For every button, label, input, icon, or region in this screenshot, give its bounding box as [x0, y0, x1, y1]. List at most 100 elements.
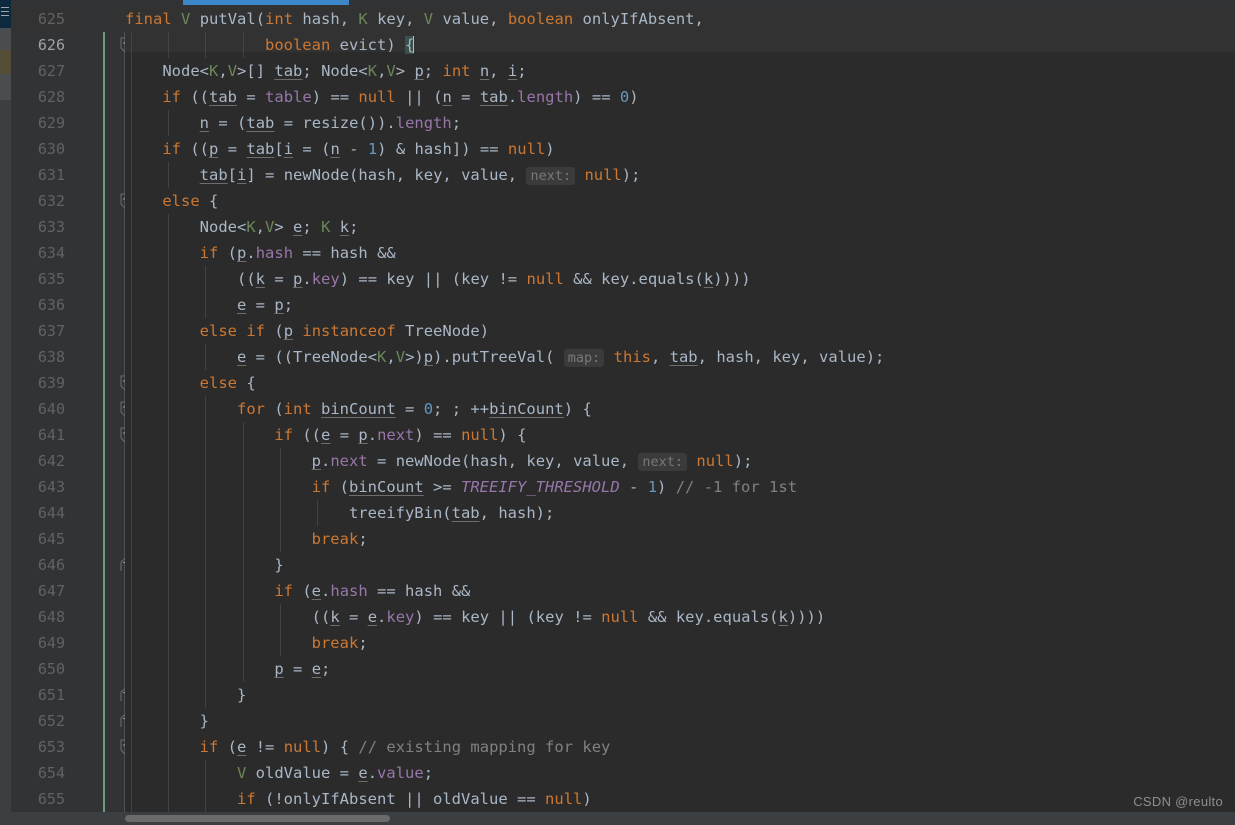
code-line[interactable]: ((k = e.key) == key || (key != null && k… — [125, 604, 1235, 630]
editor-gutter[interactable]: 625 626 627 628 629 630 631 632 633 634 635 636 637 6… — [11, 6, 130, 812]
line-number[interactable]: 627 — [11, 58, 73, 84]
code-line[interactable]: else { — [125, 370, 1235, 396]
line-number[interactable]: 633 — [11, 214, 73, 240]
code-line[interactable]: Node<K,V> e; K k; — [125, 214, 1235, 240]
line-number[interactable]: 643 — [11, 474, 73, 500]
indent-guide — [131, 786, 132, 812]
indent-guide — [168, 292, 170, 318]
line-number[interactable]: 647 — [11, 578, 73, 604]
code-line[interactable]: p.next = newNode(hash, key, value, next:… — [125, 448, 1235, 474]
line-number[interactable]: 629 — [11, 110, 73, 136]
code-line[interactable]: if (!onlyIfAbsent || oldValue == null) — [125, 786, 1235, 812]
watermark: CSDN @reulto — [1133, 794, 1223, 809]
code-line[interactable]: if ((e = p.next) == null) { — [125, 422, 1235, 448]
line-number[interactable]: 649 — [11, 630, 73, 656]
indent-guide — [168, 110, 170, 136]
line-number[interactable]: 640 — [11, 396, 73, 422]
code-line[interactable]: if (e != null) { // existing mapping for… — [125, 734, 1235, 760]
code-content[interactable]: final V putVal(int hash, K key, V value,… — [125, 6, 1235, 812]
code-line[interactable]: if ((tab = table) == null || (n = tab.le… — [125, 84, 1235, 110]
line-number[interactable]: 626 — [11, 32, 73, 58]
line-number[interactable]: 630 — [11, 136, 73, 162]
code-line[interactable]: Node<K,V>[] tab; Node<K,V> p; int n, i; — [125, 58, 1235, 84]
line-number[interactable]: 655 — [11, 786, 73, 812]
code-line[interactable]: e = ((TreeNode<K,V>)p).putTreeVal( map: … — [125, 344, 1235, 370]
code-line[interactable]: treeifyBin(tab, hash); — [125, 500, 1235, 526]
line-number[interactable]: 641 — [11, 422, 73, 448]
code-line[interactable]: if (binCount >= TREEIFY_THRESHOLD - 1) /… — [125, 474, 1235, 500]
line-number[interactable]: 625 — [11, 6, 73, 32]
indent-guide — [279, 500, 281, 526]
line-number[interactable]: 628 — [11, 84, 73, 110]
code-line[interactable]: for (int binCount = 0; ; ++binCount) { — [125, 396, 1235, 422]
line-number[interactable]: 631 — [11, 162, 73, 188]
indent-guide — [168, 266, 170, 292]
code-line[interactable]: V oldValue = e.value; — [125, 760, 1235, 786]
line-number[interactable]: 635 — [11, 266, 73, 292]
indent-guide — [242, 552, 244, 578]
code-line[interactable]: p = e; — [125, 656, 1235, 682]
code-line[interactable]: e = p; — [125, 292, 1235, 318]
code-line[interactable]: break; — [125, 630, 1235, 656]
line-number[interactable]: 650 — [11, 656, 73, 682]
inlay-hint: next: — [526, 167, 576, 185]
indent-guide — [131, 292, 132, 318]
indent-guide — [131, 162, 132, 188]
line-number[interactable]: 636 — [11, 292, 73, 318]
code-line[interactable]: tab[i] = newNode(hash, key, value, next:… — [125, 162, 1235, 188]
indent-guide — [168, 682, 170, 708]
code-line[interactable]: } — [125, 708, 1235, 734]
line-number[interactable]: 651 — [11, 682, 73, 708]
indent-guide — [205, 448, 207, 474]
horizontal-scrollbar-thumb[interactable] — [125, 815, 390, 822]
indent-guide — [168, 422, 170, 448]
text-caret — [413, 36, 415, 53]
code-line[interactable]: } — [125, 682, 1235, 708]
indent-guide — [242, 422, 244, 448]
line-number[interactable]: 654 — [11, 760, 73, 786]
line-number[interactable]: 637 — [11, 318, 73, 344]
code-line[interactable]: ((k = p.key) == key || (key != null && k… — [125, 266, 1235, 292]
code-line[interactable]: else { — [125, 188, 1235, 214]
indent-guide — [168, 32, 170, 58]
indent-guide — [205, 292, 207, 318]
line-number[interactable]: 645 — [11, 526, 73, 552]
sidebar-item-project[interactable] — [0, 0, 11, 28]
indent-guide — [205, 630, 207, 656]
indent-guide — [242, 578, 244, 604]
indent-guide — [205, 786, 207, 812]
indent-guide — [242, 656, 244, 682]
indent-guide — [131, 318, 132, 344]
code-editor-surface[interactable]: final V putVal(int hash, K key, V value,… — [125, 6, 1235, 812]
indent-guide — [131, 656, 132, 682]
inlay-hint: next: — [638, 453, 688, 471]
line-number[interactable]: 646 — [11, 552, 73, 578]
line-number[interactable]: 652 — [11, 708, 73, 734]
indent-guide — [279, 630, 281, 656]
code-line[interactable]: if (e.hash == hash && — [125, 578, 1235, 604]
code-line[interactable]: if ((p = tab[i = (n - 1) & hash]) == nul… — [125, 136, 1235, 162]
line-number[interactable]: 638 — [11, 344, 73, 370]
line-number[interactable]: 653 — [11, 734, 73, 760]
code-line[interactable]: } — [125, 552, 1235, 578]
line-number[interactable]: 648 — [11, 604, 73, 630]
line-number[interactable]: 634 — [11, 240, 73, 266]
code-line[interactable]: if (p.hash == hash && — [125, 240, 1235, 266]
vcs-change-marker[interactable] — [103, 32, 105, 812]
line-number[interactable]: 632 — [11, 188, 73, 214]
indent-guide — [205, 682, 207, 708]
indent-guide — [131, 708, 132, 734]
line-number[interactable]: 644 — [11, 500, 73, 526]
line-number[interactable]: 639 — [11, 370, 73, 396]
line-number[interactable]: 642 — [11, 448, 73, 474]
code-line[interactable]: final V putVal(int hash, K key, V value,… — [125, 6, 1235, 32]
gutter-bottom-filler — [11, 812, 125, 825]
code-line[interactable]: break; — [125, 526, 1235, 552]
indent-guide — [131, 32, 132, 58]
indent-guide — [168, 318, 170, 344]
indent-guide — [242, 604, 244, 630]
code-line[interactable]: boolean evict) { — [125, 32, 1235, 58]
left-tool-strip[interactable] — [0, 0, 11, 825]
code-line[interactable]: else if (p instanceof TreeNode) — [125, 318, 1235, 344]
code-line[interactable]: n = (tab = resize()).length; — [125, 110, 1235, 136]
